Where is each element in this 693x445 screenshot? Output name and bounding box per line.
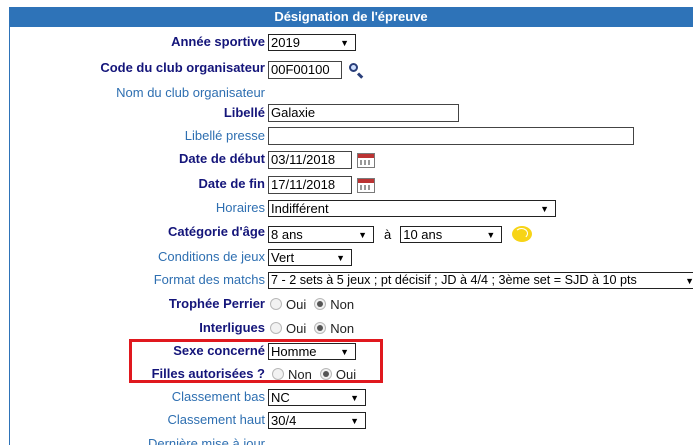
- trophee-oui-label: Oui: [286, 296, 307, 312]
- row-format: Format des matchs 7 - 2 sets à 5 jeux ; …: [10, 268, 693, 292]
- row-horaires: Horaires Indifférent ▼: [10, 196, 693, 220]
- conditions-label: Conditions de jeux: [158, 249, 265, 264]
- categorie-to-select[interactable]: 10 ans ▼: [400, 225, 503, 243]
- class-bas-select[interactable]: NC ▼: [268, 388, 366, 406]
- maj-label: Dernière mise à jour: [147, 436, 265, 445]
- row-libelle: Libellé Galaxie: [10, 101, 693, 125]
- row-libelle-presse: Libellé presse: [10, 124, 693, 148]
- code-club-input[interactable]: 00F00100: [268, 61, 342, 79]
- date-fin-input[interactable]: 17/11/2018: [268, 176, 352, 194]
- class-haut-select[interactable]: 30/4 ▼: [268, 411, 366, 429]
- categorie-separator: à: [384, 226, 392, 242]
- date-fin-label: Date de fin: [198, 176, 265, 191]
- interligues-non-radio[interactable]: [314, 322, 327, 334]
- trophee-oui-radio[interactable]: [270, 298, 282, 310]
- row-conditions: Conditions de jeux Vert ▼: [10, 245, 693, 269]
- dropdown-arrow-icon: ▼: [336, 252, 345, 263]
- interligues-label: Interligues: [199, 320, 265, 335]
- dropdown-arrow-icon: ▼: [540, 203, 549, 214]
- class-bas-value: NC: [271, 389, 290, 405]
- dropdown-arrow-icon: ▼: [685, 275, 693, 286]
- libelle-presse-input[interactable]: [268, 127, 634, 145]
- magnifier-icon[interactable]: [348, 62, 364, 79]
- nom-club-label: Nom du club organisateur: [116, 85, 265, 100]
- row-trophee: Trophée Perrier Oui Non: [10, 292, 693, 316]
- date-fin-value: 17/11/2018: [271, 177, 336, 192]
- categorie-from-select[interactable]: 8 ans ▼: [268, 225, 374, 243]
- row-date-debut: Date de début 03/11/2018: [10, 147, 693, 171]
- annee-select[interactable]: 2019 ▼: [268, 33, 356, 51]
- libelle-presse-label: Libellé presse: [184, 128, 265, 143]
- row-date-fin: Date de fin 17/11/2018: [10, 172, 693, 196]
- class-bas-label: Classement bas: [171, 389, 265, 404]
- libelle-label: Libellé: [223, 105, 265, 120]
- date-debut-value: 03/11/2018: [271, 152, 336, 167]
- calendar-icon[interactable]: [357, 177, 375, 193]
- row-categorie: Catégorie d'âge 8 ans ▼ à 10 ans ▼: [10, 220, 693, 244]
- tennis-ball-icon: [512, 226, 533, 242]
- dropdown-arrow-icon: ▼: [486, 229, 496, 240]
- dropdown-arrow-icon: ▼: [358, 229, 367, 240]
- class-haut-value: 30/4: [271, 412, 297, 428]
- categorie-to-value: 10 ans: [403, 226, 443, 242]
- trophee-non-radio[interactable]: [314, 298, 327, 310]
- highlight-box: [129, 339, 383, 383]
- dropdown-arrow-icon: ▼: [350, 415, 359, 426]
- format-label: Format des matchs: [153, 272, 265, 287]
- interligues-oui-label: Oui: [286, 320, 307, 336]
- trophee-non-label: Non: [330, 296, 355, 312]
- horaires-value: Indifférent: [271, 200, 329, 216]
- horaires-select[interactable]: Indifférent ▼: [268, 199, 556, 217]
- class-haut-label: Classement haut: [167, 412, 265, 427]
- row-interligues: Interligues Oui Non: [10, 316, 693, 340]
- row-class-bas: Classement bas NC ▼: [10, 385, 693, 409]
- conditions-select[interactable]: Vert ▼: [268, 248, 352, 266]
- conditions-value: Vert: [271, 249, 295, 265]
- trophee-label: Trophée Perrier: [168, 296, 265, 311]
- row-maj: Dernière mise à jour: [10, 432, 693, 445]
- form-frame: Désignation de l'épreuve Année sportive …: [0, 0, 693, 445]
- row-annee: Année sportive 2019 ▼: [10, 30, 693, 54]
- libelle-value: Galaxie: [271, 105, 316, 120]
- interligues-non-label: Non: [330, 320, 355, 336]
- annee-label: Année sportive: [171, 34, 265, 49]
- section-header: Désignation de l'épreuve: [9, 7, 693, 27]
- categorie-from-value: 8 ans: [271, 226, 303, 242]
- row-code-club: Code du club organisateur 00F00100: [10, 56, 693, 80]
- row-class-haut: Classement haut 30/4 ▼: [10, 408, 693, 432]
- annee-value: 2019: [271, 34, 300, 50]
- categorie-label: Catégorie d'âge: [167, 224, 265, 239]
- code-club-label: Code du club organisateur: [100, 60, 265, 75]
- dropdown-arrow-icon: ▼: [350, 392, 359, 403]
- interligues-oui-radio[interactable]: [270, 322, 282, 334]
- horaires-label: Horaires: [215, 200, 265, 215]
- date-debut-input[interactable]: 03/11/2018: [268, 151, 352, 169]
- dropdown-arrow-icon: ▼: [340, 37, 349, 48]
- format-select[interactable]: 7 - 2 sets à 5 jeux ; pt décisif ; JD à …: [268, 271, 693, 289]
- format-value: 7 - 2 sets à 5 jeux ; pt décisif ; JD à …: [271, 272, 637, 287]
- date-debut-label: Date de début: [179, 151, 265, 166]
- code-club-value: 00F00100: [271, 62, 330, 77]
- libelle-input[interactable]: Galaxie: [268, 104, 459, 122]
- calendar-icon[interactable]: [357, 152, 375, 168]
